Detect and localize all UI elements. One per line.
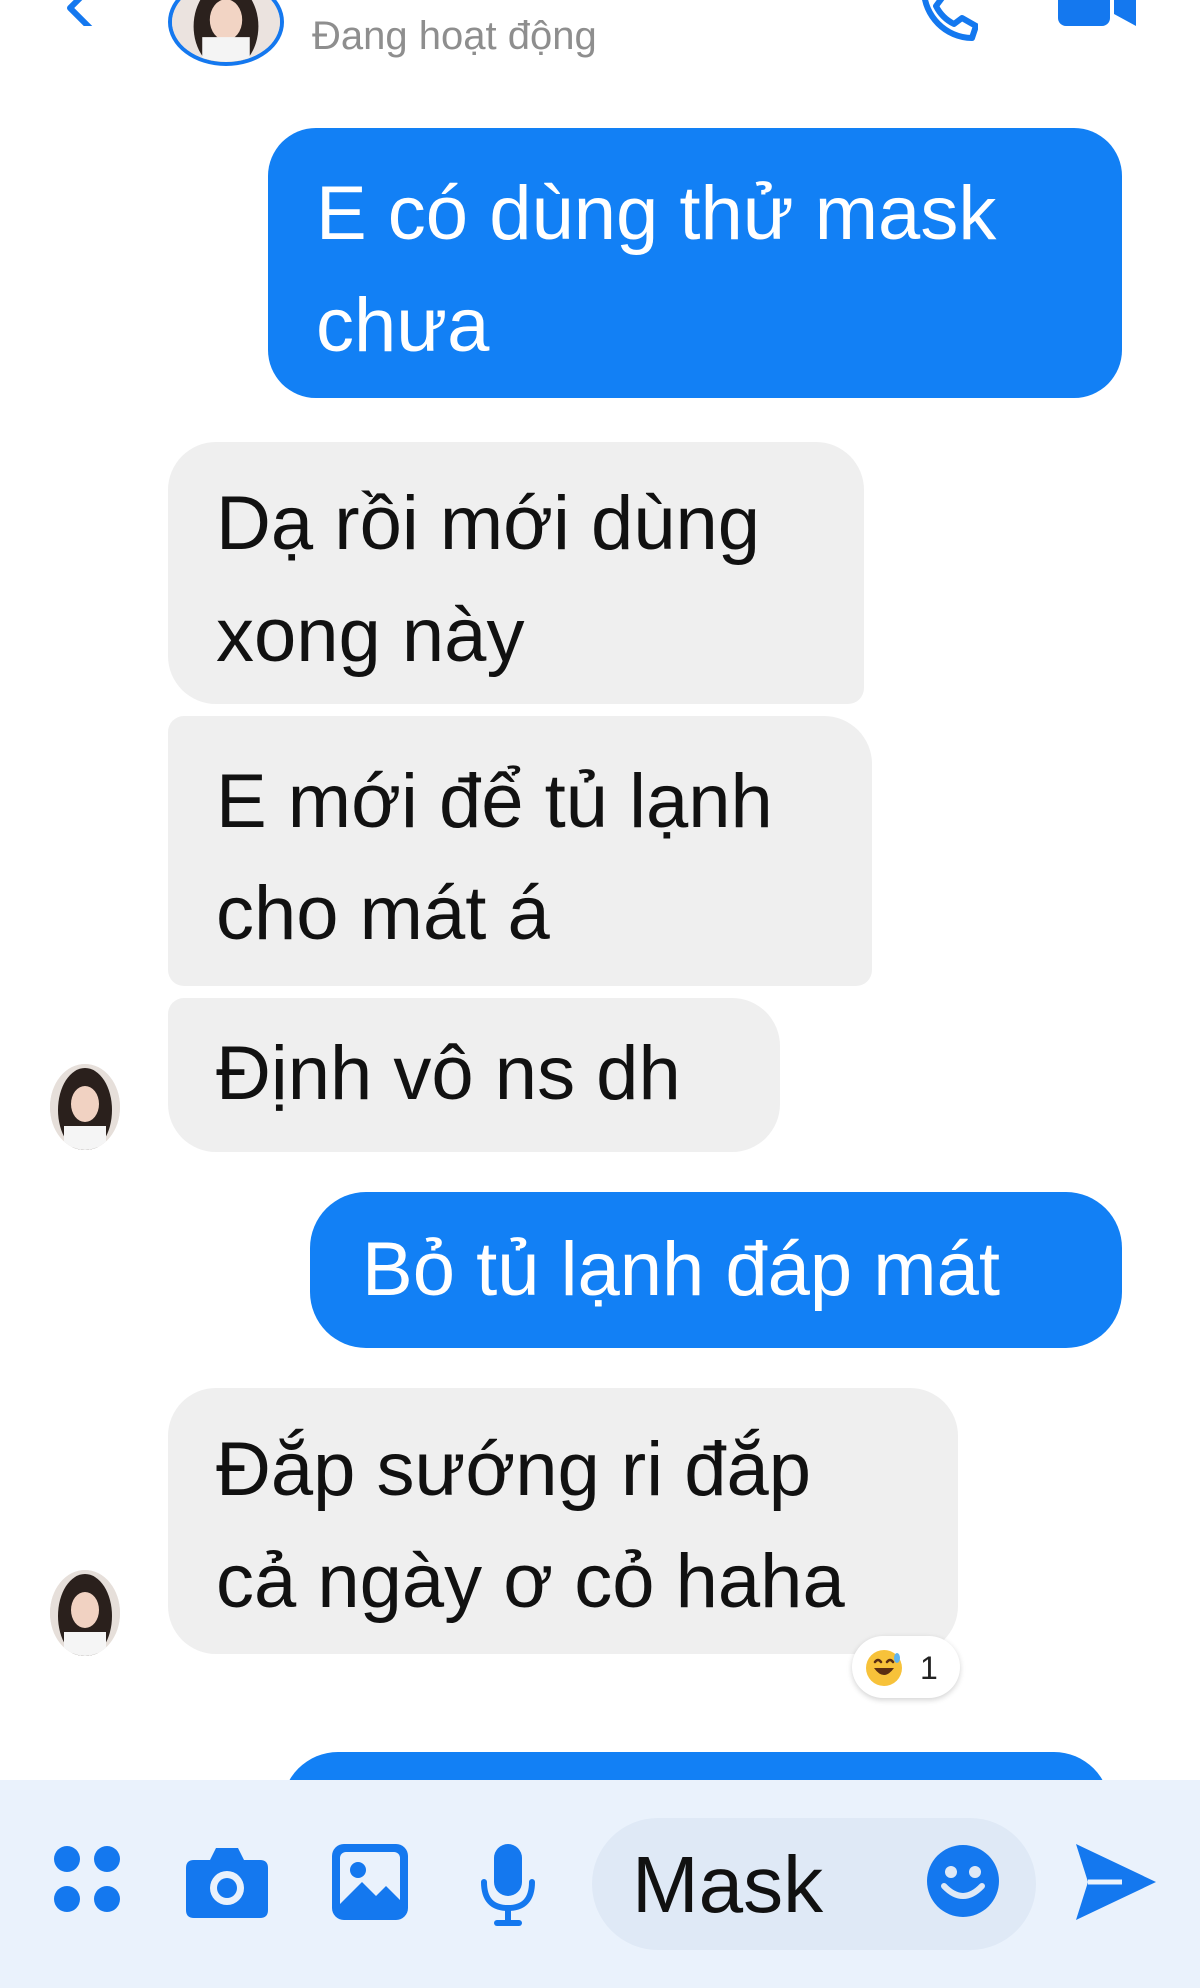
camera-icon[interactable] [186, 1844, 268, 1918]
message-text: chưa [316, 283, 490, 368]
message-text: Dạ rồi mới dùng [216, 481, 761, 566]
message-bubble-sent[interactable]: Bỏ tủ lạnh đáp mát [310, 1192, 1122, 1348]
message-text: Bỏ tủ lạnh đáp mát [362, 1227, 1000, 1312]
message-text: xong này [216, 593, 525, 678]
message-text: cho mát á [216, 871, 550, 956]
message-reaction[interactable]: 1 [852, 1636, 960, 1698]
message-bubble-received[interactable]: Đắp sướng ri đắp cả ngày ơ cỏ haha [168, 1388, 958, 1654]
message-text: E có dùng thử mask [316, 171, 997, 256]
more-actions-icon[interactable] [52, 1844, 122, 1914]
chevron-left-icon[interactable] [60, 0, 100, 26]
message-bubble-received[interactable]: Định vô ns dh [168, 998, 780, 1152]
message-text: cả ngày ơ cỏ haha [216, 1539, 845, 1624]
sender-avatar[interactable] [50, 1064, 120, 1150]
emoji-icon[interactable] [926, 1844, 1000, 1918]
contact-avatar[interactable] [168, 0, 284, 66]
message-bubble-sent[interactable]: E có dùng thử mask chưa [268, 128, 1122, 398]
message-bubble-received[interactable]: E mới để tủ lạnh cho mát á [168, 716, 872, 986]
microphone-icon[interactable] [480, 1844, 536, 1928]
message-composer: Mask [0, 1780, 1200, 1988]
chat-header: Đang hoạt động [0, 0, 1200, 80]
message-input-value: Mask [632, 1840, 824, 1929]
video-camera-icon[interactable] [1058, 0, 1138, 32]
avatar-image [50, 1064, 120, 1150]
message-bubble-received[interactable]: Dạ rồi mới dùng xong này [168, 442, 864, 704]
message-text: E mới để tủ lạnh [216, 759, 773, 844]
avatar-image [172, 0, 280, 62]
avatar-image [50, 1570, 120, 1656]
phone-icon[interactable] [918, 0, 978, 42]
grinning-sweat-icon [866, 1650, 902, 1686]
send-icon[interactable] [1076, 1844, 1156, 1920]
active-status: Đang hoạt động [312, 14, 597, 58]
reaction-count: 1 [920, 1650, 938, 1686]
sender-avatar[interactable] [50, 1570, 120, 1656]
message-text: Định vô ns dh [216, 1031, 681, 1116]
message-text: Đắp sướng ri đắp [216, 1427, 812, 1512]
image-icon[interactable] [332, 1844, 408, 1920]
